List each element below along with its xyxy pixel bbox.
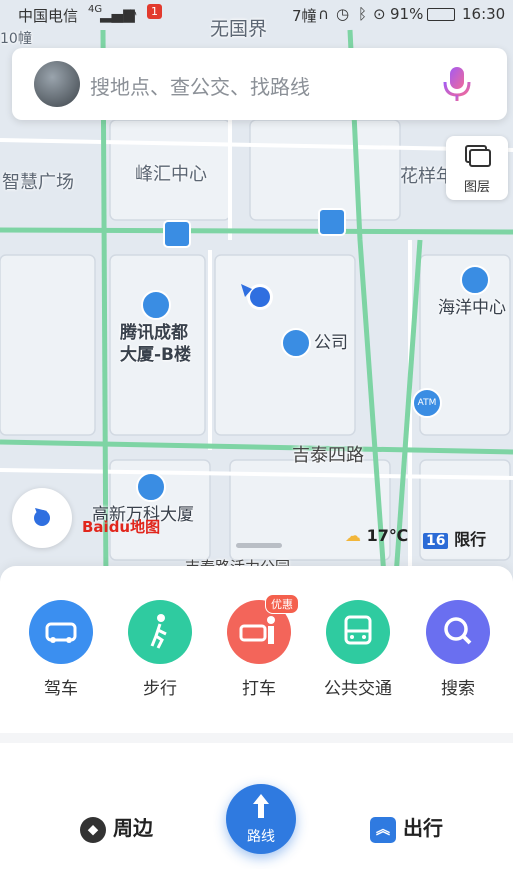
map-label-road: 吉泰四路 <box>292 445 364 466</box>
car-icon <box>29 600 93 664</box>
search-input[interactable]: 搜地点、查公交、找路线 <box>90 71 310 100</box>
compass-icon <box>34 508 50 526</box>
panel-drag-handle[interactable] <box>236 543 282 548</box>
atm-icon[interactable]: ATM <box>412 388 442 418</box>
action-label: 公共交通 <box>324 679 392 699</box>
action-label: 步行 <box>143 679 177 699</box>
route-button[interactable]: 路线 <box>226 784 296 854</box>
map-label-smart-plaza: 智慧广场 <box>2 172 74 193</box>
action-label: 驾车 <box>44 679 78 699</box>
baidu-logo: Baidu地图 <box>82 518 161 536</box>
taxi-icon: 优惠 <box>227 594 299 664</box>
microphone-icon[interactable] <box>437 64 477 104</box>
route-arrow-icon <box>253 794 269 818</box>
nav-travel[interactable]: ︽ 出行 <box>370 812 443 843</box>
action-transit[interactable]: 公共交通 <box>316 600 400 699</box>
chevron-up-double-icon: ︽ <box>370 816 396 843</box>
action-label: 搜索 <box>441 679 475 699</box>
status-bar: 中国电信 4G ▂▄▆ ◠ 1 7幢 ∩ ◷ ᛒ ⊙ 91% 16:30 <box>0 0 513 30</box>
map-label-tencent-1[interactable]: 腾讯成都 <box>120 322 188 344</box>
map-label-company[interactable]: 公司 <box>314 332 348 354</box>
battery-icon <box>427 8 455 21</box>
action-drive[interactable]: 驾车 <box>19 600 103 699</box>
wifi-icon: ◠ <box>124 5 138 23</box>
weather-indicator[interactable]: ☁ 17℃ <box>345 526 408 545</box>
clock: 16:30 <box>462 5 506 23</box>
nav-travel-label: 出行 <box>402 816 443 840</box>
bluetooth-icon: ᛒ <box>358 5 368 23</box>
building-icon[interactable] <box>136 472 166 502</box>
building-icon[interactable] <box>460 265 490 295</box>
action-label: 打车 <box>242 679 276 699</box>
avatar[interactable] <box>34 61 80 107</box>
action-search[interactable]: 搜索 <box>416 600 500 699</box>
carrier-name: 中国电信 <box>18 7 79 25</box>
bus-stop-icon[interactable] <box>163 220 191 248</box>
limit-number: 16 <box>423 533 449 549</box>
layer-button-label: 图层 <box>463 180 490 195</box>
map-label-tencent-2[interactable]: 大厦-B楼 <box>120 344 191 366</box>
location-icon: ⊙ <box>373 5 386 23</box>
company-briefcase-icon[interactable] <box>281 328 311 358</box>
discount-badge: 优惠 <box>265 594 299 614</box>
battery-percent: 91% <box>390 5 424 23</box>
bus-stop-icon[interactable] <box>318 208 346 236</box>
alarm-icon: ◷ <box>336 5 350 23</box>
walk-icon <box>128 600 192 664</box>
limit-label: 限行 <box>454 530 487 549</box>
compass-nav-icon: ⬥ <box>80 816 106 843</box>
search-icon <box>426 600 490 664</box>
traffic-limit[interactable]: 16 限行 <box>423 526 486 550</box>
building-icon[interactable] <box>141 290 171 320</box>
headset-icon: ∩ <box>318 5 329 23</box>
layers-icon <box>465 145 491 167</box>
locate-button[interactable] <box>12 488 72 548</box>
nav-nearby-label: 周边 <box>112 816 153 840</box>
route-button-label: 路线 <box>247 829 275 845</box>
bus-icon <box>326 600 390 664</box>
map-label-fenghui: 峰汇中心 <box>135 164 207 185</box>
panel-divider <box>0 733 513 743</box>
notification-badge: 1 <box>147 4 162 19</box>
status-center-text: 7幢 <box>292 7 317 25</box>
map-label-haiyang[interactable]: 海洋中心 <box>438 297 506 319</box>
action-taxi[interactable]: 优惠 打车 <box>217 594 301 699</box>
layer-button[interactable]: 图层 <box>446 136 508 200</box>
search-bar[interactable]: 搜地点、查公交、找路线 <box>12 48 507 120</box>
weather-temp: 17℃ <box>366 526 409 545</box>
cloud-sun-icon: ☁ <box>345 526 361 545</box>
map-label-fragment: 10幢 <box>0 31 32 47</box>
nav-nearby[interactable]: ⬥ 周边 <box>80 812 153 843</box>
action-walk[interactable]: 步行 <box>118 600 202 699</box>
